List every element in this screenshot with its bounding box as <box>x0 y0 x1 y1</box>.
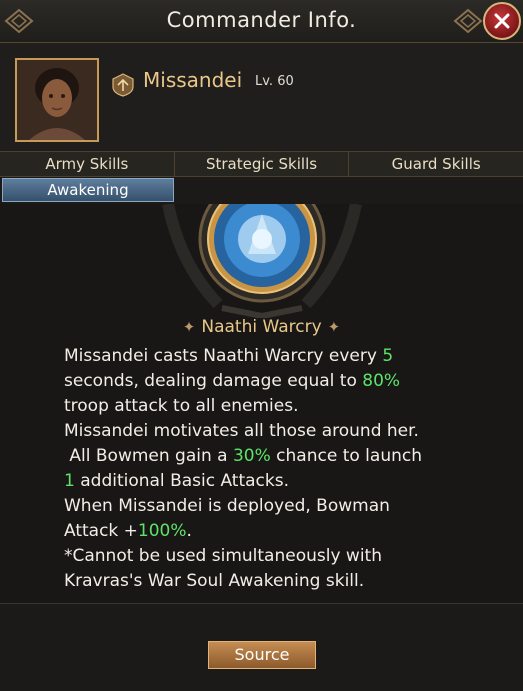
highlight-value: 30% <box>232 446 271 466</box>
header-ornament-icon <box>453 8 483 34</box>
tab-army-skills[interactable]: Army Skills <box>0 152 175 176</box>
skill-tabs: Army Skills Strategic Skills Guard Skill… <box>0 151 523 177</box>
portrait-image <box>17 60 97 140</box>
window-title: Commander Info. <box>166 8 357 32</box>
skill-emblem-icon <box>162 204 362 318</box>
commander-name: Missandei <box>143 68 243 92</box>
description-text: additional Basic Attacks. When Missandei… <box>64 471 390 541</box>
close-button[interactable] <box>483 2 521 40</box>
window-header: Commander Info. <box>0 0 523 43</box>
skill-panel: ✦ Naathi Warcry ✦ Missandei casts Naathi W… <box>0 204 523 604</box>
skill-name: Naathi Warcry <box>201 317 322 337</box>
highlight-value: 5 <box>382 346 394 366</box>
highlight-value: 1 <box>64 471 75 491</box>
description-text: seconds, dealing damage equal to <box>64 371 357 391</box>
highlight-value: 80% <box>362 371 401 391</box>
plus-icon: ✦ <box>327 318 341 336</box>
close-icon <box>494 13 510 29</box>
subtab-awakening[interactable]: Awakening <box>2 178 174 202</box>
tab-strategic-skills[interactable]: Strategic Skills <box>175 152 350 176</box>
plus-icon: ✦ <box>182 318 196 336</box>
divider <box>0 603 523 604</box>
description-text: chance to launch <box>276 446 422 466</box>
skill-name-row: ✦ Naathi Warcry ✦ <box>0 317 523 337</box>
tab-guard-skills[interactable]: Guard Skills <box>349 152 523 176</box>
source-button[interactable]: Source <box>208 641 316 669</box>
skill-description: Missandei casts Naathi Warcry every 5 se… <box>64 344 484 594</box>
rank-badge-icon <box>112 73 134 97</box>
commander-row: Missandei Lv. 60 <box>0 43 523 151</box>
commander-avatar <box>15 58 99 142</box>
commander-level: Lv. 60 <box>255 74 294 89</box>
highlight-value: 100% <box>137 521 187 541</box>
description-text: Missandei casts Naathi Warcry every <box>64 346 383 366</box>
